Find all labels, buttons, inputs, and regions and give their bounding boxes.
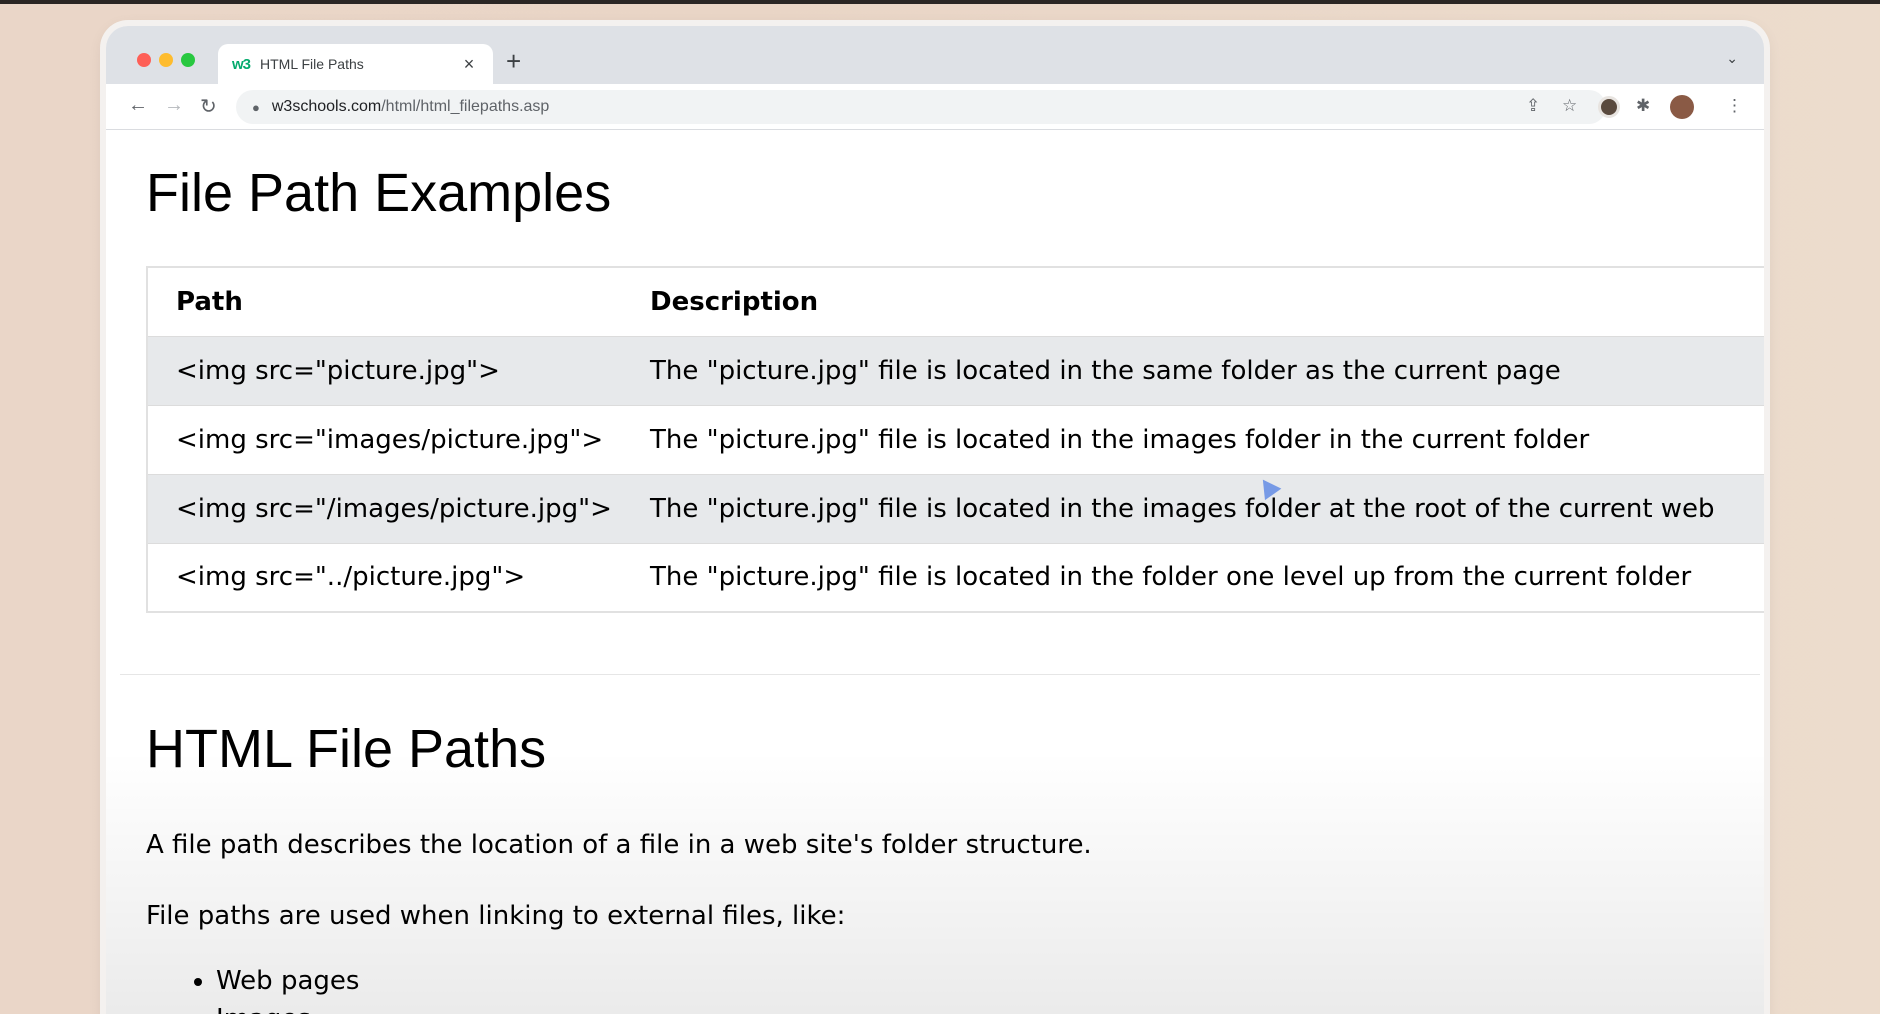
close-window-button[interactable] — [137, 53, 151, 67]
table-cell-description: The "picture.jpg" file is located in the… — [622, 473, 1764, 543]
table-row: <img src="picture.jpg"> The "picture.jpg… — [147, 335, 1764, 405]
tab-title: HTML File Paths — [260, 56, 364, 72]
forward-button[interactable]: → — [164, 94, 184, 117]
table-cell-description: The "picture.jpg" file is located in the… — [622, 335, 1764, 405]
column-header-description: Description — [622, 267, 1764, 336]
paragraph: File paths are used when linking to exte… — [146, 901, 846, 931]
table-cell-description: The "picture.jpg" file is located in the… — [622, 542, 1764, 612]
reload-button[interactable]: ↻ — [200, 94, 217, 119]
paragraph: A file path describes the location of a … — [146, 830, 1092, 860]
new-tab-button[interactable]: + — [506, 46, 521, 77]
back-button[interactable]: ← — [128, 94, 148, 117]
table-cell-path: <img src="images/picture.jpg"> — [147, 404, 622, 474]
tab-bar: w3 HTML File Paths × + ⌄ — [106, 26, 1764, 84]
close-tab-icon[interactable]: × — [459, 54, 479, 75]
table-cell-path: <img src="picture.jpg"> — [147, 335, 622, 405]
url-path: /html/html_filepaths.asp — [381, 98, 550, 115]
bookmark-star-icon[interactable]: ☆ — [1562, 96, 1577, 116]
share-icon[interactable]: ⇪ — [1526, 96, 1540, 116]
profile-avatar[interactable] — [1670, 95, 1694, 119]
browser-window: w3 HTML File Paths × + ⌄ ← → ↻ ● w3schoo… — [106, 26, 1764, 1014]
kebab-menu-icon[interactable]: ⋮ — [1726, 96, 1743, 116]
external-files-list: Web pages Images — [216, 966, 359, 1014]
minimize-window-button[interactable] — [159, 53, 173, 67]
file-path-examples-table: Path Description <img src="picture.jpg">… — [146, 266, 1764, 613]
table-cell-path: <img src="../picture.jpg"> — [147, 542, 622, 612]
table-row: <img src="images/picture.jpg"> The "pict… — [147, 404, 1764, 474]
section-divider — [120, 674, 1760, 675]
page-content: File Path Examples Path Description <img… — [106, 130, 1764, 1014]
address-bar[interactable]: ● w3schools.com/html/html_filepaths.asp — [236, 90, 1606, 124]
table-header-row: Path Description — [147, 267, 1764, 336]
w3schools-favicon-icon: w3 — [232, 55, 251, 73]
column-header-path: Path — [147, 267, 622, 336]
page-title: File Path Examples — [146, 163, 612, 223]
tab-html-file-paths[interactable]: w3 HTML File Paths × — [218, 44, 493, 84]
extension-icon[interactable] — [1598, 96, 1620, 118]
table-cell-path: <img src="/images/picture.jpg"> — [147, 473, 622, 543]
browser-toolbar: ← → ↻ ● w3schools.com/html/html_filepath… — [106, 84, 1764, 130]
table-row: <img src="../picture.jpg"> The "picture.… — [147, 542, 1764, 612]
section-title: HTML File Paths — [146, 719, 547, 779]
list-item: Web pages — [216, 966, 359, 1004]
lock-icon[interactable]: ● — [252, 100, 260, 115]
table-cell-description: The "picture.jpg" file is located in the… — [622, 404, 1764, 474]
url-text[interactable]: w3schools.com/html/html_filepaths.asp — [272, 98, 549, 116]
table-row: <img src="/images/picture.jpg"> The "pic… — [147, 473, 1764, 543]
extensions-puzzle-icon[interactable]: ✱ — [1636, 96, 1650, 116]
url-host: w3schools.com — [271, 98, 382, 115]
background-strip — [0, 0, 1880, 4]
maximize-window-button[interactable] — [181, 53, 195, 67]
list-item: Images — [216, 1004, 359, 1014]
chevron-down-icon[interactable]: ⌄ — [1726, 50, 1738, 67]
